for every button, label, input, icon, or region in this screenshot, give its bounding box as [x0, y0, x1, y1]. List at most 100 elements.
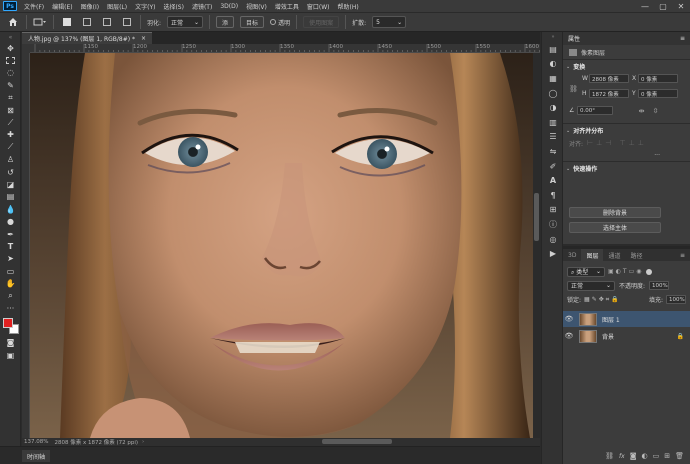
history-brush-tool-icon[interactable]: ↺	[0, 166, 21, 178]
gradient-tool-icon[interactable]: ▤	[0, 191, 21, 203]
tab-layers[interactable]: 图层	[581, 249, 604, 261]
foreground-color-swatch[interactable]	[3, 317, 13, 328]
restore-button[interactable]: ▢	[654, 0, 672, 12]
menu-view[interactable]: 视图(V)	[242, 2, 271, 11]
select-subject-button[interactable]: 选择主体	[569, 222, 661, 233]
adjustments-icon[interactable]: ◑	[542, 100, 564, 115]
fill-field[interactable]: 100%	[666, 295, 686, 304]
link-icon[interactable]: ⛓	[567, 84, 580, 93]
home-icon[interactable]	[6, 16, 20, 28]
screen-mode-icon[interactable]: ▣	[0, 349, 21, 361]
collapse-panels-icon[interactable]: »	[542, 32, 564, 42]
style-select[interactable]: 正常 ⌄	[167, 16, 204, 28]
document-tab[interactable]: 人物.jpg @ 137% (图层 1, RGB/8#) * ×	[22, 32, 153, 44]
horizontal-scroll-thumb[interactable]	[322, 439, 392, 444]
rectangle-tool-icon[interactable]: ▭	[0, 265, 21, 277]
close-button[interactable]: ✕	[672, 0, 690, 12]
healing-brush-tool-icon[interactable]: ✚	[0, 129, 21, 141]
info-icon[interactable]: ⓘ	[542, 217, 564, 232]
zoom-status[interactable]: 137.08%	[24, 439, 48, 445]
transparent-option[interactable]: 透明	[270, 18, 290, 27]
width-field[interactable]: 2808 像素	[589, 74, 629, 83]
hand-tool-icon[interactable]: ✋	[0, 277, 21, 289]
navigator-icon[interactable]: ◎	[542, 232, 564, 247]
intersect-selection-icon[interactable]	[120, 16, 134, 28]
libraries-icon[interactable]: ▥	[542, 115, 564, 130]
height-field[interactable]: 1872 像素	[589, 89, 629, 98]
menu-select[interactable]: 选择(S)	[159, 2, 188, 11]
brushes-icon[interactable]: ✐	[542, 159, 564, 174]
trash-icon[interactable]: 🗑	[675, 452, 684, 460]
zoom-tool-icon[interactable]: ⌕	[0, 290, 21, 302]
learn-icon[interactable]: ◯	[542, 86, 564, 101]
blend-mode-select[interactable]: 正常 ⌄	[567, 280, 615, 291]
flip-horizontal-icon[interactable]: ⇹	[635, 106, 648, 115]
menu-plugins[interactable]: 增效工具	[271, 2, 303, 11]
glyphs-icon[interactable]: ⊞	[542, 203, 564, 218]
subtract-selection-icon[interactable]	[100, 16, 114, 28]
edit-toolbar-icon[interactable]: ···	[0, 302, 21, 314]
kind-filter-select[interactable]: ⌕ 类型 ⌄	[567, 266, 605, 277]
clone-stamp-tool-icon[interactable]: ♙	[0, 154, 21, 166]
align-section-header[interactable]: ⌄ 对齐并分布	[563, 124, 690, 137]
link-layers-icon[interactable]: ⛓	[605, 452, 614, 460]
menu-file[interactable]: 文件(F)	[20, 2, 48, 11]
brush-tool-icon[interactable]: ⟋	[0, 141, 21, 153]
marquee-tool-icon[interactable]	[0, 54, 21, 66]
tool-preset-icon[interactable]	[33, 16, 47, 28]
menu-help[interactable]: 帮助(H)	[334, 2, 363, 11]
quick-select-tool-icon[interactable]: ✎	[0, 79, 21, 91]
remove-background-button[interactable]: 删除背景	[569, 207, 661, 218]
timeline-tab[interactable]: 时间轴	[22, 450, 51, 462]
layer-row[interactable]: 👁 背景 🔒	[563, 328, 690, 344]
document-canvas[interactable]	[30, 53, 533, 438]
menu-image[interactable]: 图像(I)	[77, 2, 103, 11]
channels-mini-icon[interactable]: ☰	[542, 130, 564, 145]
x-field[interactable]: 0 像素	[638, 74, 678, 83]
paragraph-icon[interactable]: ¶	[542, 188, 564, 203]
filter-icons[interactable]: ▣◐T▭◉	[608, 268, 643, 275]
horizontal-ruler[interactable]: 1150 1200 1250 1300 1350 1400 1450 1500 …	[30, 44, 540, 53]
group-icon[interactable]: ▭	[653, 452, 660, 460]
new-layer-icon[interactable]: ⊞	[664, 452, 670, 460]
tab-paths[interactable]: 路径	[625, 249, 647, 261]
dodge-tool-icon[interactable]: ●	[0, 215, 21, 227]
eye-icon[interactable]: 👁	[563, 332, 575, 340]
quick-actions-header[interactable]: ⌄ 快速操作	[563, 162, 690, 175]
tab-3d[interactable]: 3D	[563, 249, 581, 261]
opacity-field[interactable]: 100%	[649, 281, 670, 290]
menu-filter[interactable]: 滤镜(T)	[188, 2, 216, 11]
minimize-button[interactable]: —	[636, 0, 654, 12]
crop-tool-icon[interactable]: ⌗	[0, 92, 21, 104]
eyedropper-tool-icon[interactable]: ⟋	[0, 116, 21, 128]
layer-name[interactable]: 背景	[602, 332, 614, 341]
collapse-toolbar-icon[interactable]: «	[0, 32, 21, 42]
spread-select[interactable]: 5 ⌄	[372, 16, 407, 28]
menu-window[interactable]: 窗口(W)	[303, 2, 334, 11]
paths-mini-icon[interactable]: ⇋	[542, 144, 564, 159]
eye-icon[interactable]: 👁	[563, 315, 575, 323]
angle-field[interactable]: 0.00°	[577, 106, 613, 115]
menu-layer[interactable]: 图层(L)	[103, 2, 131, 11]
transform-section-header[interactable]: ⌄ 变换	[563, 60, 690, 73]
close-tab-icon[interactable]: ×	[141, 35, 146, 42]
frame-tool-icon[interactable]: ⊠	[0, 104, 21, 116]
target-button[interactable]: 目标	[240, 16, 265, 28]
menu-type[interactable]: 文字(Y)	[131, 2, 159, 11]
use-pattern-button[interactable]: 使用图案	[303, 16, 340, 28]
eraser-tool-icon[interactable]: ◪	[0, 178, 21, 190]
swatches-icon[interactable]: ▦	[542, 71, 564, 86]
move-tool-icon[interactable]: ✥	[0, 42, 21, 54]
new-selection-icon[interactable]	[60, 16, 74, 28]
mode-button[interactable]: 添	[216, 16, 235, 28]
actions-icon[interactable]: ▶	[542, 246, 564, 261]
properties-menu-icon[interactable]: ≡	[680, 35, 685, 42]
lasso-tool-icon[interactable]: ◌	[0, 67, 21, 79]
filter-toggle[interactable]	[646, 268, 653, 275]
fx-icon[interactable]: fx	[619, 453, 625, 460]
path-selection-tool-icon[interactable]: ➤	[0, 253, 21, 265]
vertical-scrollbar[interactable]	[533, 53, 540, 438]
adjustment-layer-icon[interactable]: ◐	[642, 452, 648, 460]
blur-tool-icon[interactable]: 💧	[0, 203, 21, 215]
history-icon[interactable]: ▤	[542, 42, 564, 57]
